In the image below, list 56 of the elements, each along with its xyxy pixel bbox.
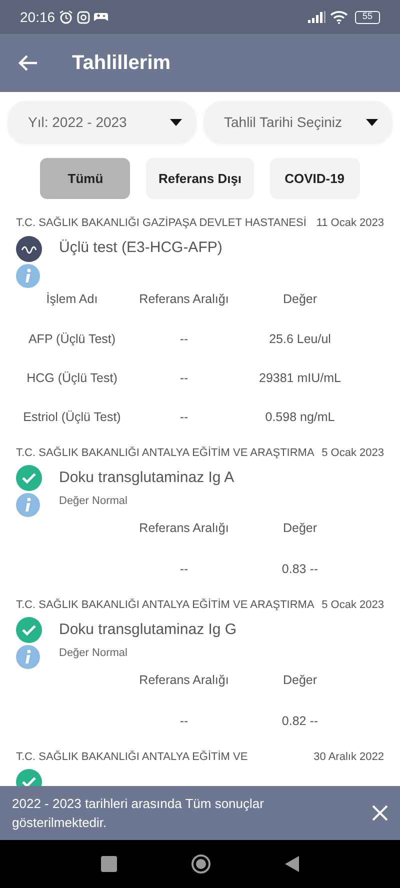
column-header: Referans Aralığı (138, 520, 230, 537)
table-cell-text: Estriol (Üçlü Test) (22, 408, 122, 426)
wifi-icon (330, 10, 348, 24)
result-date: 5 Ocak 2023 (322, 598, 384, 612)
home-icon[interactable] (191, 854, 211, 874)
table-cell-text: 0.82 -- (280, 712, 320, 730)
filter-tab[interactable]: COVID-19 (270, 158, 360, 199)
result-date: 5 Ocak 2023 (322, 446, 384, 460)
column-header: İşlem Adı (45, 290, 99, 308)
result-note: Değer Normal (59, 494, 128, 509)
table-cell-text: 0.83 -- (280, 560, 320, 578)
table-cell-text: -- (178, 331, 190, 348)
table-cell-text: 25.6 Leu/ul (268, 331, 332, 348)
camera-icon (77, 10, 90, 24)
column-header: Değer (282, 520, 318, 537)
table-cell-text: -- (178, 408, 190, 426)
column-header: Değer (282, 290, 318, 308)
table-cell-text: -- (178, 560, 190, 578)
dropdown[interactable]: Yıl: 2022 - 2023 (8, 101, 196, 143)
caret-down-icon (366, 118, 378, 126)
gamepad-icon (94, 11, 108, 23)
table-cell-text: 29381 mIU/mL (258, 370, 342, 387)
check-circle-icon (16, 617, 42, 643)
filter-tab[interactable]: Referans Dışı (146, 158, 254, 199)
signal-icon (308, 11, 326, 23)
caret-down-icon (170, 118, 182, 126)
result-note: Değer Normal (59, 646, 128, 661)
hospital-name: T.C. SAĞLIK BAKANLIĞI ANTALYA EĞİTİM VE (16, 750, 248, 764)
test-title: Doku transglutaminaz Ig A (59, 468, 234, 488)
table-cell-text: -- (178, 370, 190, 387)
column-header: Referans Aralığı (138, 672, 230, 689)
clock-text: 20:16 (20, 8, 56, 26)
dropdown[interactable]: Tahlil Tarihi Seçiniz (204, 101, 392, 143)
table-cell-text: 0.598 ng/mL (264, 408, 336, 426)
table-cell-text: AFP (Üçlü Test) (27, 331, 117, 348)
result-date: 30 Aralık 2022 (314, 750, 384, 764)
hospital-name: T.C. SAĞLIK BAKANLIĞI GAZİPAŞA DEVLET HASTANESİ (16, 216, 306, 231)
test-title: Doku transglutaminaz Ig G (59, 620, 237, 640)
hospital-name: T.C. SAĞLIK BAKANLIĞI ANTALYA EĞİTİM VE ARAŞTIRMA (16, 446, 314, 460)
wave-icon (16, 236, 42, 262)
snackbar-message: 2022 - 2023 tarihleri arasında Tüm sonuçlar gösterilmektedir. (12, 794, 265, 832)
hospital-name: T.C. SAĞLIK BAKANLIĞI ANTALYA EĞİTİM VE ARAŞTIRMA (16, 598, 314, 612)
table-cell-text: -- (178, 712, 190, 730)
result-date: 11 Ocak 2023 (316, 216, 384, 231)
filter-tab[interactable]: Tümü (40, 158, 130, 199)
back-triangle-icon[interactable] (285, 856, 299, 872)
alarm-icon (59, 10, 74, 24)
test-title: Üçlü test (E3-HCG-AFP) (59, 238, 222, 258)
back-arrow-icon[interactable] (18, 54, 38, 72)
column-header: Değer (282, 672, 318, 689)
close-icon[interactable] (372, 805, 388, 821)
table-cell-text: HCG (Üçlü Test) (26, 370, 118, 387)
battery-icon: 55 (355, 10, 380, 24)
page-title: Tahlillerim (72, 51, 171, 76)
column-header: Referans Aralığı (138, 290, 230, 308)
check-circle-icon (16, 465, 42, 491)
